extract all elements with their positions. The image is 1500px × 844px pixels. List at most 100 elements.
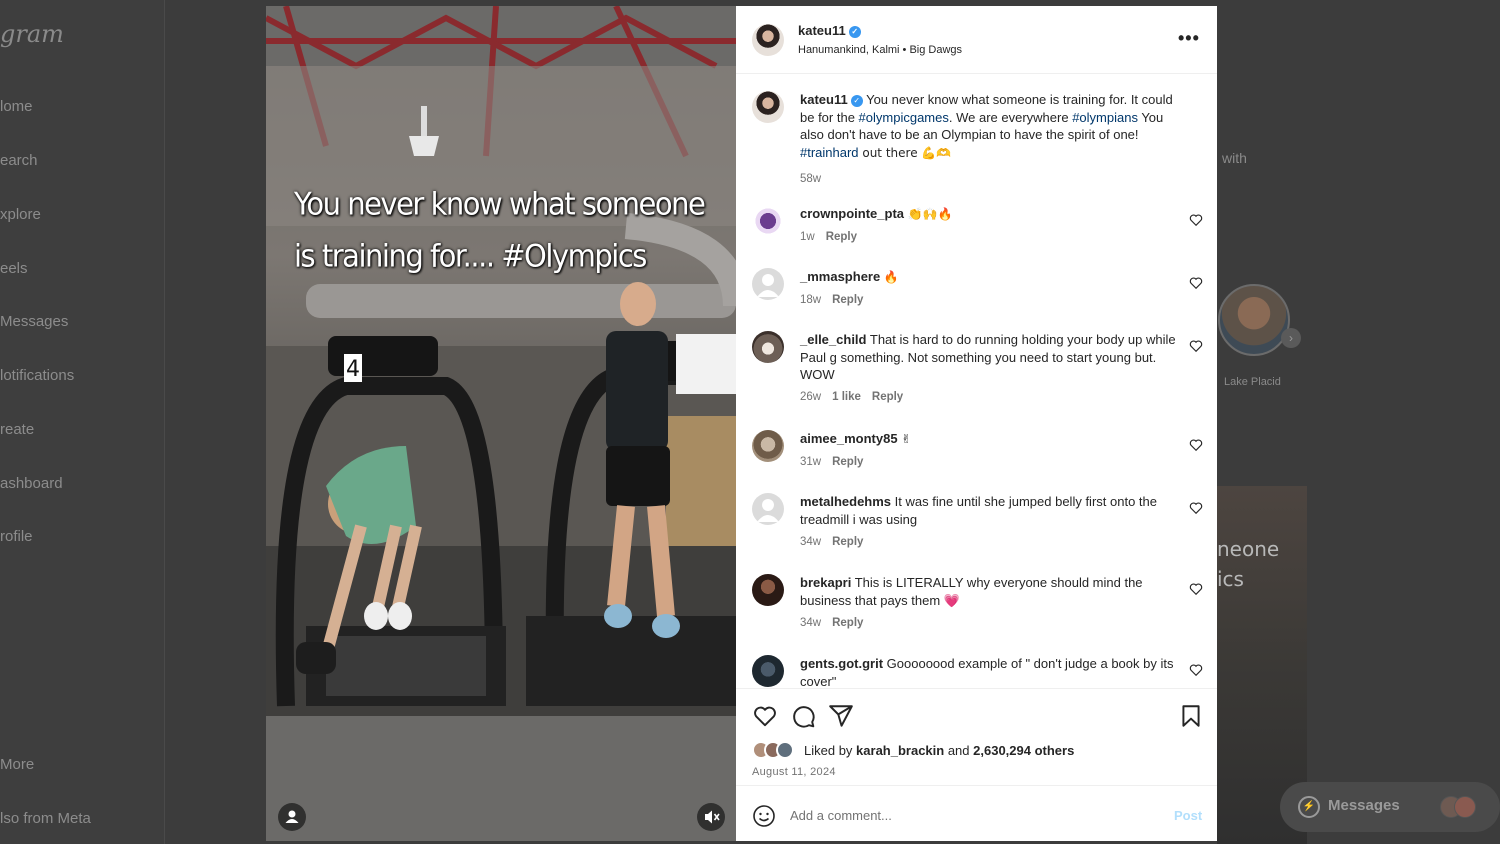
like-comment-heart-icon[interactable] bbox=[1189, 501, 1203, 515]
comment-username[interactable]: brekapri bbox=[800, 575, 851, 590]
author-avatar[interactable] bbox=[752, 24, 784, 56]
avatar bbox=[1454, 796, 1476, 818]
background-nav-notifications: lotifications bbox=[0, 367, 75, 384]
likes-prefix: Liked by bbox=[804, 743, 857, 758]
like-comment-heart-icon[interactable] bbox=[1189, 582, 1203, 596]
comment-text: aimee_monty85 ✌ bbox=[800, 430, 1185, 449]
background-nav-create: reate bbox=[0, 421, 35, 438]
more-options-icon[interactable]: ••• bbox=[1178, 28, 1200, 49]
emoji-smile-icon[interactable] bbox=[752, 804, 776, 828]
commenter-avatar[interactable] bbox=[752, 493, 784, 525]
comment-body: This is LITERALLY why everyone should mi… bbox=[800, 575, 1143, 608]
background-nav-explore: xplore bbox=[0, 206, 41, 223]
caption-username[interactable]: kateu11 bbox=[800, 92, 848, 107]
comment-text: crownpointe_pta 👏🙌🔥 bbox=[800, 205, 1185, 224]
like-comment-heart-icon[interactable] bbox=[1189, 663, 1203, 677]
mute-toggle-button[interactable] bbox=[697, 803, 725, 831]
likes-conjunction: and bbox=[944, 743, 974, 758]
caption-part: . We are everywhere bbox=[948, 109, 1073, 125]
post-comment-button[interactable]: Post bbox=[1174, 808, 1202, 823]
save-bookmark-icon[interactable] bbox=[1178, 703, 1204, 729]
default-avatar-icon bbox=[757, 499, 779, 522]
commenter-avatar[interactable] bbox=[752, 655, 784, 687]
background-nav-also-from-meta: lso from Meta bbox=[0, 810, 91, 827]
background-nav-profile: rofile bbox=[0, 528, 33, 545]
comment-meta: 31w Reply bbox=[800, 456, 863, 468]
treadmill-number-left: 4 bbox=[346, 357, 360, 382]
reply-button[interactable]: Reply bbox=[872, 391, 903, 403]
like-heart-icon[interactable] bbox=[752, 703, 778, 729]
comment-username[interactable]: gents.got.grit bbox=[800, 656, 883, 671]
caption-author-avatar[interactable] bbox=[752, 91, 784, 123]
messenger-icon: ⚡ bbox=[1298, 796, 1320, 818]
comment-text: brekapri This is LITERALLY why everyone … bbox=[800, 574, 1185, 609]
comment-username[interactable]: aimee_monty85 bbox=[800, 431, 898, 446]
comments-list[interactable]: kateu11 ✓ You never know what someone is … bbox=[736, 74, 1217, 688]
add-comment-bar: Post bbox=[736, 785, 1217, 841]
audio-attribution[interactable]: Hanumankind, Kalmi • Big Dawgs bbox=[798, 44, 962, 56]
comment-meta: 26w 1 like Reply bbox=[800, 391, 903, 403]
likes-summary[interactable]: Liked by karah_brackin and 2,630,294 oth… bbox=[804, 743, 1074, 758]
speaker-muted-icon bbox=[705, 810, 720, 824]
background-story-label: Lake Placid bbox=[1224, 376, 1281, 388]
author-username[interactable]: kateu11 bbox=[798, 23, 846, 38]
comment-text: gents.got.grit Goooooood example of " do… bbox=[800, 655, 1185, 688]
comment-username[interactable]: _mmasphere bbox=[800, 269, 880, 284]
background-message-avatars bbox=[1440, 796, 1490, 818]
like-comment-heart-icon[interactable] bbox=[1189, 213, 1203, 227]
hashtag-link[interactable]: #olympicgames bbox=[859, 110, 949, 125]
post-actions: Liked by karah_brackin and 2,630,294 oth… bbox=[736, 688, 1217, 784]
comment-age: 31w bbox=[800, 456, 822, 468]
background-thumbnail-line1: neone bbox=[1217, 537, 1280, 561]
background-nav-reels: eels bbox=[0, 260, 28, 277]
commenter-avatar[interactable] bbox=[752, 430, 784, 462]
share-paper-plane-icon[interactable] bbox=[828, 703, 854, 729]
comment-meta: 34w Reply bbox=[800, 536, 863, 548]
hashtag-link[interactable]: #trainhard bbox=[800, 145, 859, 160]
comment-age: 26w bbox=[800, 391, 822, 403]
liked-by-avatars[interactable] bbox=[752, 741, 802, 759]
comment-body: 🔥 bbox=[883, 270, 899, 284]
caption-part: out there 💪🫶 bbox=[858, 145, 952, 160]
comment-meta: 1w Reply bbox=[800, 231, 857, 243]
liked-by-username[interactable]: karah_brackin bbox=[856, 743, 944, 758]
author-username-row[interactable]: kateu11 ✓ bbox=[798, 23, 861, 38]
reply-button[interactable]: Reply bbox=[832, 536, 863, 548]
comment-input[interactable] bbox=[790, 804, 1160, 826]
caption-age: 58w bbox=[800, 173, 822, 185]
commenter-avatar[interactable] bbox=[752, 574, 784, 606]
like-comment-heart-icon[interactable] bbox=[1189, 276, 1203, 290]
like-comment-heart-icon[interactable] bbox=[1189, 339, 1203, 353]
background-story-avatar bbox=[1218, 284, 1290, 356]
commenter-avatar[interactable] bbox=[752, 268, 784, 300]
caption-text: kateu11 ✓ You never know what someone is … bbox=[800, 91, 1185, 162]
background-nav-dashboard: ashboard bbox=[0, 475, 63, 492]
avatar bbox=[776, 741, 794, 759]
post-header: kateu11 ✓ Hanumankind, Kalmi • Big Dawgs … bbox=[736, 6, 1217, 74]
reply-button[interactable]: Reply bbox=[832, 617, 863, 629]
background-thumbnail-text: neone ics bbox=[1217, 534, 1279, 594]
comment-username[interactable]: metalhedehms bbox=[800, 494, 891, 509]
reply-button[interactable]: Reply bbox=[832, 294, 863, 306]
reply-button[interactable]: Reply bbox=[832, 456, 863, 468]
comment-like-count[interactable]: 1 like bbox=[832, 391, 861, 403]
like-comment-heart-icon[interactable] bbox=[1189, 438, 1203, 452]
comment-age: 18w bbox=[800, 294, 822, 306]
hashtag-link[interactable]: #olympians bbox=[1072, 110, 1138, 125]
background-messages-label: Messages bbox=[1328, 797, 1400, 814]
comment-username[interactable]: _elle_child bbox=[800, 332, 866, 347]
background-nav-more: More bbox=[0, 756, 35, 773]
comment-meta: 18w Reply bbox=[800, 294, 863, 306]
comment-bubble-icon[interactable] bbox=[790, 703, 816, 729]
likes-count[interactable]: 2,630,294 others bbox=[973, 743, 1074, 758]
commenter-avatar[interactable] bbox=[752, 205, 784, 237]
post-video[interactable]: 4 5 You never kno bbox=[266, 6, 736, 841]
background-nav-home: lome bbox=[0, 98, 33, 115]
reply-button[interactable]: Reply bbox=[826, 231, 857, 243]
tagged-users-button[interactable] bbox=[278, 803, 306, 831]
comment-text: metalhedehms It was fine until she jumpe… bbox=[800, 493, 1185, 528]
post-date: August 11, 2024 bbox=[752, 766, 836, 778]
comment-username[interactable]: crownpointe_pta bbox=[800, 206, 904, 221]
video-text-overlay: You never know what someone is training … bbox=[294, 178, 714, 282]
commenter-avatar[interactable] bbox=[752, 331, 784, 363]
